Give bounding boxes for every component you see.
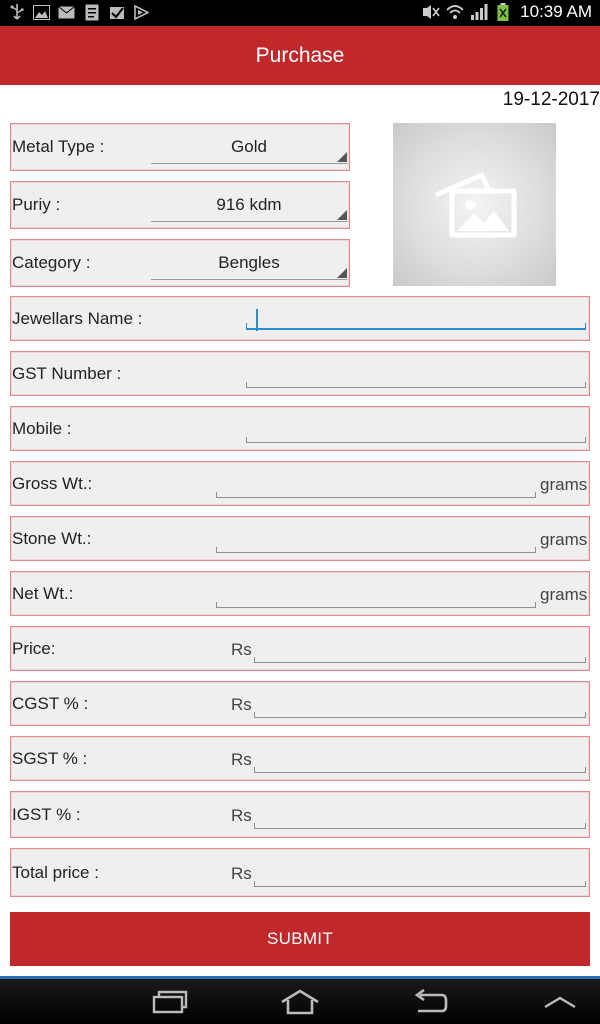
total-price-currency: Rs bbox=[231, 864, 252, 883]
mute-icon bbox=[422, 3, 440, 21]
back-button[interactable] bbox=[400, 979, 460, 1024]
net-wt-unit: grams bbox=[540, 585, 588, 604]
net-wt-input[interactable] bbox=[216, 586, 536, 608]
stone-wt-row: Stone Wt.: grams bbox=[10, 516, 590, 561]
check-icon bbox=[108, 4, 125, 21]
gross-wt-unit: grams bbox=[540, 475, 588, 494]
jewellers-name-input[interactable] bbox=[246, 308, 586, 331]
gst-number-label: GST Number : bbox=[12, 363, 122, 383]
category-value: Bengles bbox=[218, 252, 280, 272]
igst-row: IGST % : Rs bbox=[10, 791, 590, 838]
status-time: 10:39 AM bbox=[520, 2, 592, 21]
metal-type-row: Metal Type : Gold bbox=[10, 123, 350, 171]
stone-wt-input[interactable] bbox=[216, 531, 536, 553]
navigation-bar bbox=[0, 976, 600, 1024]
notification-icons bbox=[8, 4, 150, 21]
sgst-currency: Rs bbox=[231, 750, 252, 769]
jewellers-name-row: Jewellars Name : bbox=[10, 296, 590, 341]
dropdown-arrow-icon bbox=[337, 268, 347, 278]
signal-icon bbox=[470, 3, 488, 21]
text-cursor bbox=[256, 309, 258, 331]
gst-number-input[interactable] bbox=[246, 366, 586, 388]
gst-number-row: GST Number : bbox=[10, 351, 590, 396]
app-bar: Purchase bbox=[0, 26, 600, 85]
system-icons: 10:39 AM bbox=[422, 2, 592, 22]
document-icon bbox=[83, 4, 100, 21]
mail-icon bbox=[58, 4, 75, 21]
igst-label: IGST % : bbox=[12, 804, 81, 824]
home-icon bbox=[281, 988, 319, 1014]
net-wt-row: Net Wt.: grams bbox=[10, 571, 590, 616]
price-label: Price: bbox=[12, 638, 56, 658]
metal-type-value: Gold bbox=[231, 136, 267, 156]
recent-apps-icon bbox=[152, 990, 188, 1013]
play-icon bbox=[133, 4, 150, 21]
price-input[interactable] bbox=[254, 641, 586, 663]
total-price-label: Total price : bbox=[12, 862, 99, 882]
sgst-input[interactable] bbox=[254, 751, 586, 773]
mobile-input[interactable] bbox=[246, 421, 586, 443]
date-label: 19-12-2017 bbox=[502, 89, 600, 110]
stone-wt-unit: grams bbox=[540, 530, 588, 549]
submit-button[interactable]: SUBMIT bbox=[10, 912, 590, 966]
metal-type-label: Metal Type : bbox=[12, 137, 105, 156]
gross-wt-label: Gross Wt.: bbox=[12, 473, 93, 493]
image-icon bbox=[33, 4, 50, 21]
category-spinner[interactable]: Bengles bbox=[151, 246, 347, 280]
status-bar: 10:39 AM bbox=[0, 0, 600, 26]
gross-wt-row: Gross Wt.: grams bbox=[10, 461, 590, 506]
cgst-input[interactable] bbox=[254, 696, 586, 718]
total-price-input[interactable] bbox=[254, 865, 586, 887]
stone-wt-label: Stone Wt.: bbox=[12, 528, 92, 548]
dropdown-arrow-icon bbox=[337, 152, 347, 162]
jewellers-name-label: Jewellars Name : bbox=[12, 308, 143, 328]
battery-icon bbox=[494, 3, 512, 21]
purity-label: Puriy : bbox=[12, 195, 61, 214]
cgst-label: CGST % : bbox=[12, 693, 89, 713]
purity-spinner[interactable]: 916 kdm bbox=[151, 188, 347, 222]
purity-row: Puriy : 916 kdm bbox=[10, 181, 350, 229]
category-label: Category : bbox=[12, 253, 91, 272]
usb-icon bbox=[8, 4, 25, 21]
dropdown-arrow-icon bbox=[337, 210, 347, 220]
price-row: Price: Rs bbox=[10, 626, 590, 671]
recent-apps-button[interactable] bbox=[140, 979, 200, 1024]
sgst-label: SGST % : bbox=[12, 748, 88, 768]
metal-type-spinner[interactable]: Gold bbox=[151, 130, 347, 164]
purity-value: 916 kdm bbox=[216, 194, 282, 214]
net-wt-label: Net Wt.: bbox=[12, 583, 74, 603]
mobile-label: Mobile : bbox=[12, 418, 72, 438]
menu-up-button[interactable] bbox=[530, 979, 590, 1024]
cgst-currency: Rs bbox=[231, 695, 252, 714]
page-title: Purchase bbox=[255, 43, 345, 67]
igst-currency: Rs bbox=[231, 806, 252, 825]
mobile-row: Mobile : bbox=[10, 406, 590, 451]
image-placeholder-icon bbox=[434, 172, 516, 237]
back-icon bbox=[414, 988, 448, 1012]
price-currency: Rs bbox=[231, 640, 252, 659]
gross-wt-input[interactable] bbox=[216, 476, 536, 498]
sgst-row: SGST % : Rs bbox=[10, 736, 590, 781]
total-price-row: Total price : Rs bbox=[10, 848, 590, 897]
igst-input[interactable] bbox=[254, 807, 586, 829]
cgst-row: CGST % : Rs bbox=[10, 681, 590, 726]
wifi-icon bbox=[446, 3, 464, 21]
menu-up-icon bbox=[544, 996, 576, 1008]
home-button[interactable] bbox=[270, 979, 330, 1024]
product-image[interactable] bbox=[393, 123, 556, 286]
category-row: Category : Bengles bbox=[10, 239, 350, 287]
